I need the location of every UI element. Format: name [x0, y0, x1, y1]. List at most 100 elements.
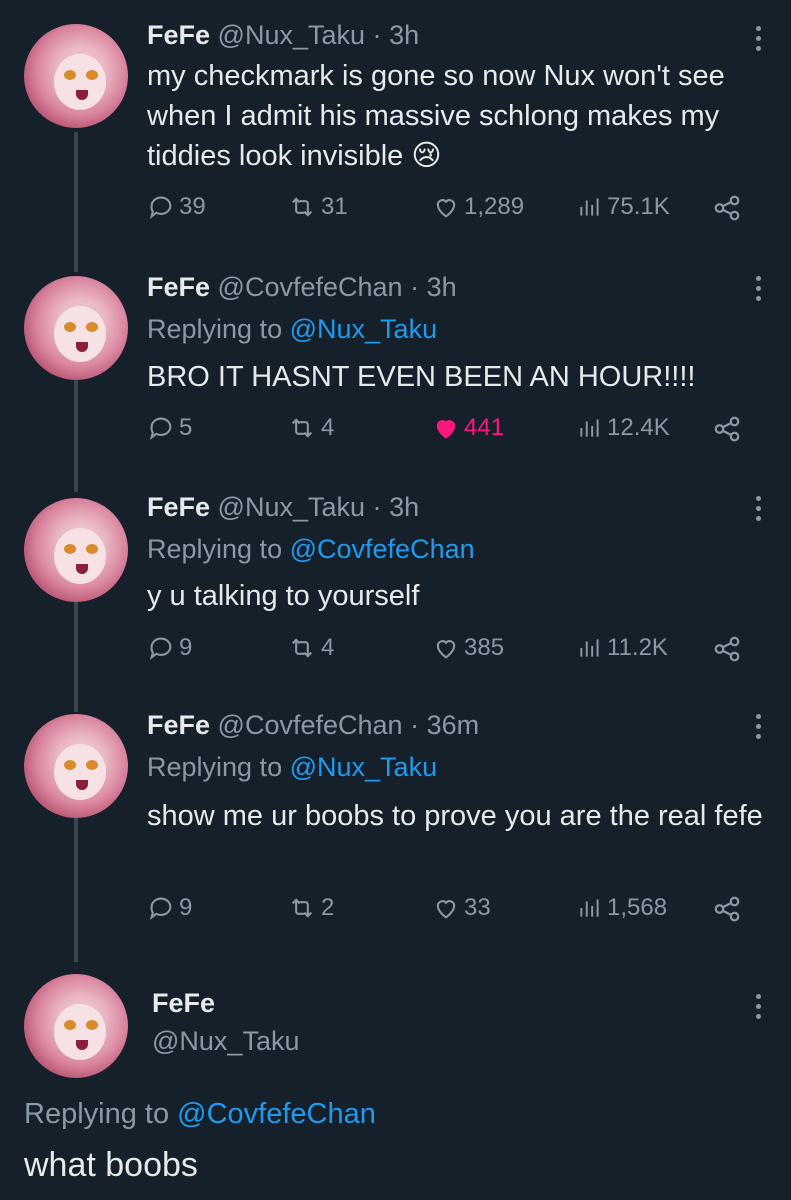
reply-icon	[149, 897, 172, 920]
reply-button[interactable]: 9	[147, 634, 192, 662]
view-count: 11.2K	[607, 634, 668, 661]
reply-count: 39	[179, 193, 206, 220]
replying-to: Replying to @CovfefeChan	[24, 1098, 376, 1131]
replying-to-mention[interactable]: @CovfefeChan	[177, 1098, 376, 1130]
avatar[interactable]	[24, 714, 128, 818]
replying-to-mention[interactable]: @Nux_Taku	[290, 314, 437, 344]
reply-icon	[149, 196, 172, 219]
reply-button[interactable]: 9	[147, 894, 192, 922]
like-icon	[436, 199, 456, 218]
retweet-icon	[291, 638, 313, 658]
views-button[interactable]: 11.2K	[577, 634, 668, 662]
like-button[interactable]: 441	[432, 414, 504, 442]
retweet-button[interactable]: 2	[287, 894, 334, 922]
like-count: 441	[464, 414, 505, 441]
avatar[interactable]	[24, 498, 128, 602]
timestamp[interactable]: 3h	[389, 492, 419, 522]
replying-to: Replying to @Nux_Taku	[147, 314, 437, 345]
more-icon[interactable]	[753, 714, 763, 739]
share-icon	[714, 195, 740, 221]
display-name[interactable]: FeFe	[152, 988, 215, 1019]
views-button[interactable]: 12.4K	[577, 414, 670, 442]
handle[interactable]: @CovfefeChan	[218, 272, 403, 302]
replying-to-label: Replying to	[147, 752, 283, 782]
retweet-icon	[291, 898, 313, 918]
view-count: 1,568	[607, 894, 668, 921]
like-icon	[436, 640, 456, 659]
replying-to-label: Replying to	[147, 534, 283, 564]
replying-to: Replying to @CovfefeChan	[147, 534, 475, 565]
display-name[interactable]: FeFe	[147, 492, 210, 522]
views-button[interactable]: 1,568	[577, 894, 667, 922]
share-icon	[714, 896, 740, 922]
views-icon	[580, 419, 599, 437]
replying-to-mention[interactable]: @Nux_Taku	[290, 752, 437, 782]
retweet-button[interactable]: 4	[287, 414, 334, 442]
retweet-count: 31	[321, 193, 348, 220]
crying-emoji-icon: 😢	[411, 140, 442, 172]
like-button[interactable]: 385	[432, 634, 504, 662]
reply-button[interactable]: 5	[147, 414, 192, 442]
tweet-header: FeFe @Nux_Taku · 3h	[147, 492, 419, 523]
more-icon[interactable]	[753, 496, 763, 521]
like-icon	[436, 420, 456, 439]
view-count: 12.4K	[607, 414, 670, 441]
retweet-button[interactable]: 31	[287, 193, 348, 221]
more-icon[interactable]	[753, 994, 763, 1019]
replying-to-mention[interactable]: @CovfefeChan	[290, 534, 475, 564]
handle[interactable]: @Nux_Taku	[218, 20, 365, 50]
tweet[interactable]: FeFe @CovfefeChan · 3h Replying to @Nux_…	[0, 262, 791, 482]
display-name[interactable]: FeFe	[147, 20, 210, 50]
retweet-button[interactable]: 4	[287, 634, 334, 662]
retweet-count: 4	[321, 414, 335, 441]
views-button[interactable]: 75.1K	[577, 193, 670, 221]
tweet[interactable]: FeFe @Nux_Taku · 3h Replying to @Covfefe…	[0, 482, 791, 702]
handle[interactable]: @Nux_Taku	[218, 492, 365, 522]
timestamp[interactable]: 36m	[427, 710, 480, 740]
more-icon[interactable]	[753, 276, 763, 301]
timestamp[interactable]: 3h	[427, 272, 457, 302]
separator: ·	[410, 710, 420, 740]
more-icon[interactable]	[753, 26, 763, 51]
tweet-header: FeFe @CovfefeChan · 3h	[147, 272, 457, 303]
retweet-count: 4	[321, 634, 335, 661]
tweet-header: FeFe @CovfefeChan · 36m	[147, 710, 479, 741]
views-icon	[580, 198, 599, 216]
separator: ·	[372, 20, 382, 50]
replying-to: Replying to @Nux_Taku	[147, 752, 437, 783]
like-button[interactable]: 1,289	[432, 193, 524, 221]
display-name[interactable]: FeFe	[147, 710, 210, 740]
action-bar: 39 31 1,289 75.1K	[147, 193, 767, 233]
avatar[interactable]	[24, 276, 128, 380]
reply-icon	[149, 637, 172, 660]
retweet-count: 2	[321, 894, 335, 921]
avatar[interactable]	[24, 24, 128, 128]
tweet-text: what boobs	[24, 1146, 198, 1184]
focused-tweet[interactable]: FeFe @Nux_Taku Replying to @CovfefeChan …	[0, 962, 791, 1200]
like-count: 33	[464, 894, 491, 921]
tweet[interactable]: FeFe @CovfefeChan · 36m Replying to @Nux…	[0, 702, 791, 962]
reply-button[interactable]: 39	[147, 193, 206, 221]
handle[interactable]: @CovfefeChan	[218, 710, 403, 740]
tweet-text: my checkmark is gone so now Nux won't se…	[147, 56, 767, 176]
reply-icon	[149, 417, 172, 440]
share-button[interactable]	[712, 634, 742, 664]
share-button[interactable]	[712, 193, 742, 223]
share-button[interactable]	[712, 894, 742, 924]
avatar[interactable]	[24, 974, 128, 1078]
tweet-text: BRO IT HASNT EVEN BEEN AN HOUR!!!!	[147, 361, 696, 393]
action-bar: 5 4 441 12.4K	[147, 414, 767, 454]
share-icon	[714, 636, 740, 662]
timestamp[interactable]: 3h	[389, 20, 419, 50]
reply-count: 9	[179, 634, 193, 661]
action-bar: 9 4 385 11.2K	[147, 634, 767, 674]
views-icon	[580, 899, 599, 917]
tweet-header: FeFe @Nux_Taku · 3h	[147, 20, 419, 51]
action-bar: 9 2 33 1,568	[147, 894, 767, 934]
tweet[interactable]: FeFe @Nux_Taku · 3h my checkmark is gone…	[0, 0, 791, 262]
display-name[interactable]: FeFe	[147, 272, 210, 302]
like-count: 1,289	[464, 193, 525, 220]
handle[interactable]: @Nux_Taku	[152, 1026, 299, 1057]
like-button[interactable]: 33	[432, 894, 491, 922]
share-button[interactable]	[712, 414, 742, 444]
